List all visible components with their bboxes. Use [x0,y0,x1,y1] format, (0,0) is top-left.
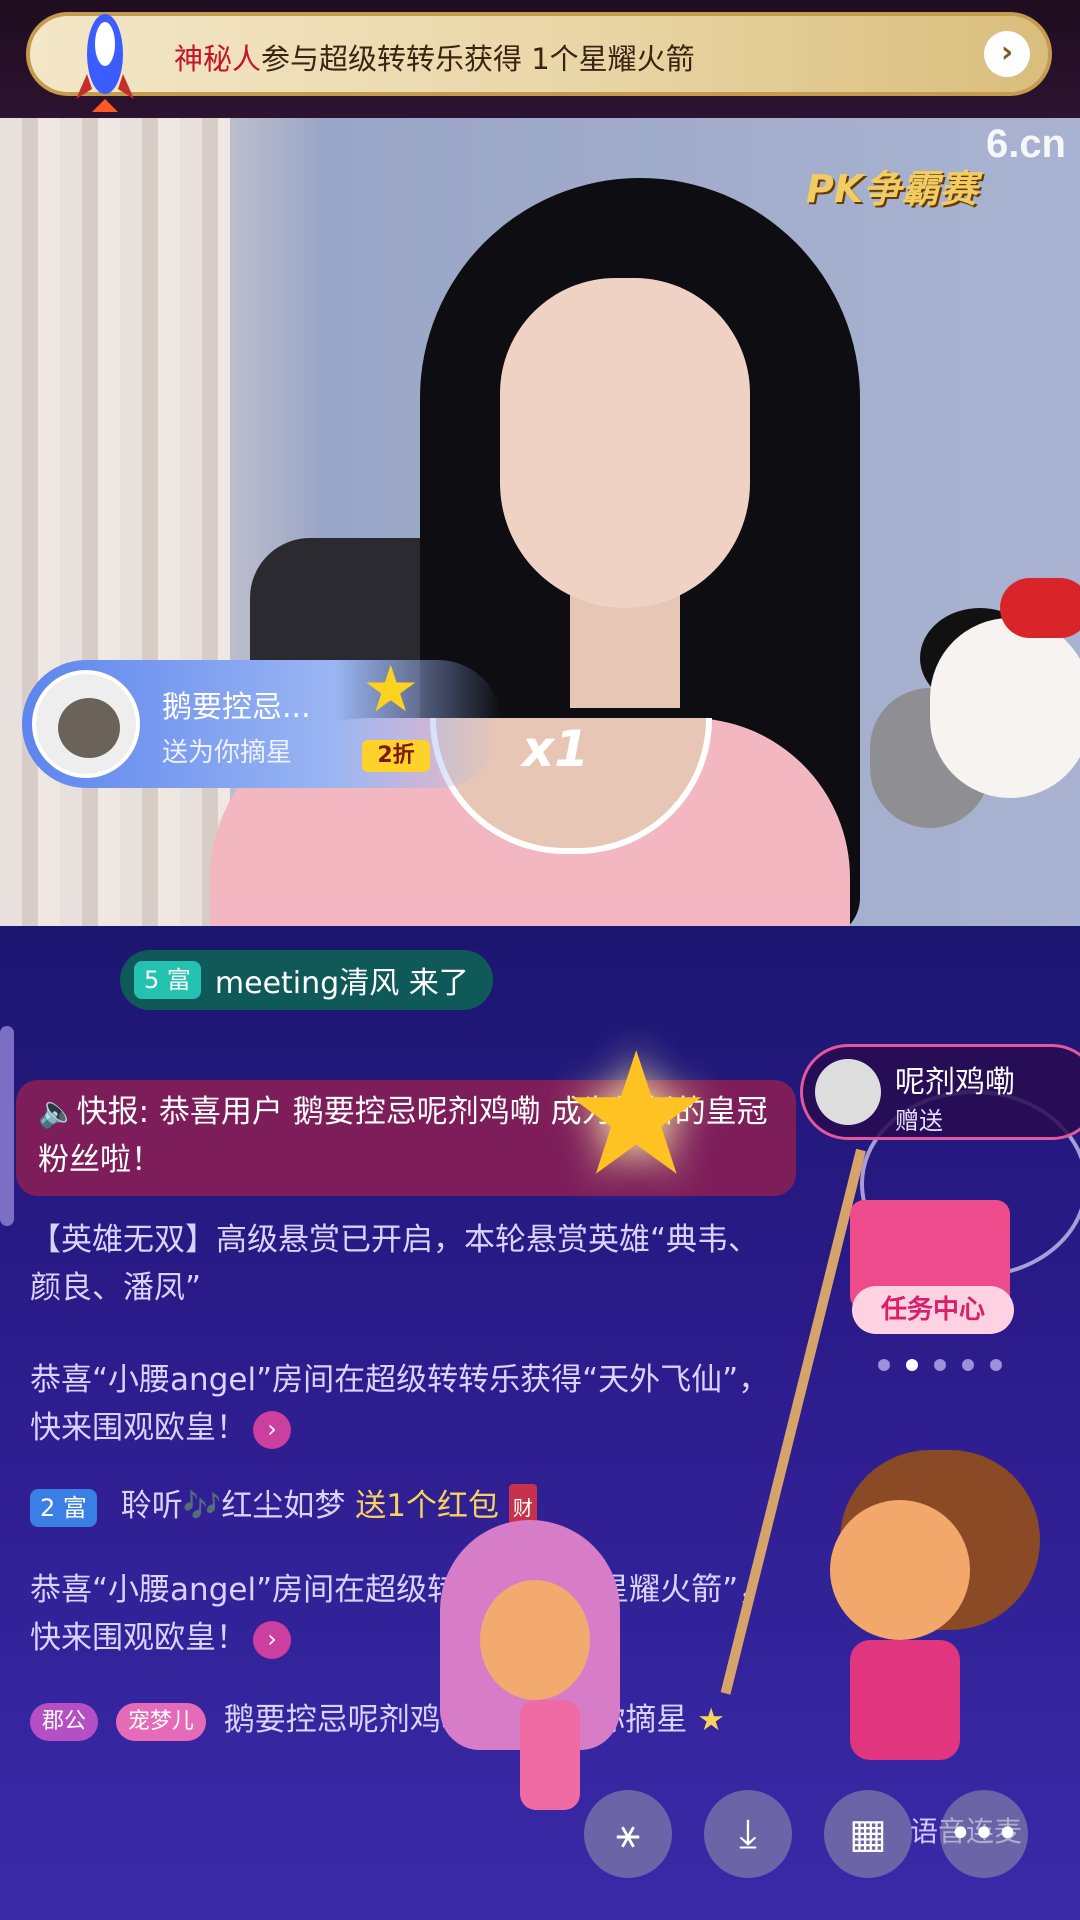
plush-bow [1000,578,1080,638]
banner-text: 神秘人参与超级转转乐获得 1个星耀火箭 [174,42,695,76]
curtain-bg [0,118,230,926]
girl-face [480,1580,590,1700]
join-text: meeting清风 来了 [214,966,469,1001]
sparkle-button[interactable]: ⚹ [584,1790,672,1878]
pk-logo: PK争霸赛 [806,167,978,211]
gift-notification: 鹅要控忌... 送为你摘星 ★ 2折 [22,653,502,788]
more-button[interactable]: ••• [940,1790,1028,1878]
banner-arrow-icon[interactable]: › [984,31,1030,77]
chat-text: 恭喜“小腰angel”房间在超级转转乐获得“天外飞仙”，快来围观欧皇！ [30,1362,770,1446]
task-center-label: 任务中心 [852,1286,1014,1334]
noble-badge: 郡公 [30,1702,99,1741]
task-center[interactable]: 任务中心 [840,1160,1020,1360]
apps-grid-button[interactable]: ▦ [824,1790,912,1878]
fan-badge: 宠梦儿 [115,1702,206,1741]
dot [934,1359,946,1371]
chat-message: 【英雄无双】高级悬赏已开启，本轮悬赏英雄“典韦、颜良、潘凤” [30,1222,760,1306]
chevron-right-icon[interactable]: › [253,1620,291,1659]
star-gift-animation-icon: ★ [560,1016,713,1214]
chat-scrollbar[interactable] [0,1026,14,1226]
announcement-banner[interactable]: 神秘人参与超级转转乐获得 1个星耀火箭 › [26,12,1052,112]
dot [962,1359,974,1371]
dot [906,1359,918,1371]
dot [878,1359,890,1371]
wealth-level-badge: 5 富 [134,961,201,999]
rocket-icon [76,14,134,112]
boy-body [850,1640,960,1760]
live-video[interactable]: 6.cn PK争霸赛 鹅要控忌... 送为你摘星 ★ 2折 x1 [0,118,1080,926]
gift-sender-name: 鹅要控忌... [162,690,311,725]
join-notice: 5 富 meeting清风 来了 [120,950,493,1010]
chevron-right-icon[interactable]: › [253,1410,291,1449]
chat-message: 郡公 宠梦儿 鹅要控忌呢剂鸡嘞 送1个为你摘星 ★ [30,1696,790,1744]
gift-description: 送为你摘星 [162,738,293,768]
gift-sender-card[interactable]: 呢剂鸡嘞 赠送 [800,1044,1080,1140]
dot [990,1359,1002,1371]
download-button[interactable]: ⤓ [704,1790,792,1878]
discount-badge: 2折 [362,740,430,772]
carousel-dots [878,1356,1018,1375]
chat-action: 送1个红包 [355,1488,499,1524]
chat-message[interactable]: 恭喜“小腰angel”房间在超级转转乐获得“星耀火箭”，快来围观欧皇！ › [30,1566,790,1662]
chat-message[interactable]: 恭喜“小腰angel”房间在超级转转乐获得“天外飞仙”，快来围观欧皇！ › [30,1356,790,1452]
sender-name: 呢剂鸡嘞 [895,1065,1015,1100]
boy-face [830,1500,970,1640]
top-bar: 神秘人参与超级转转乐获得 1个星耀火箭 › [0,0,1080,118]
plush-head [930,618,1080,798]
chat-text: 恭喜“小腰angel”房间在超级转转乐获得“星耀火箭”，快来围观欧皇！ [30,1572,770,1656]
chat-message: 2 富 聆听🎶红尘如梦 送1个红包 财 [30,1482,790,1532]
watermark-logo: 6.cn [985,122,1066,166]
avatar[interactable] [32,670,140,778]
gift-combo-count: x1 [522,720,590,778]
chat-user[interactable]: 聆听🎶红尘如梦 [121,1488,346,1524]
wealth-level-badge: 2 富 [30,1489,97,1527]
star-gift-icon: ★ [362,653,420,727]
avatar[interactable] [815,1059,881,1125]
sender-action: 赠送 [895,1107,943,1135]
streamer-face [500,278,750,608]
girl-body [520,1700,580,1810]
star-icon: ★ [697,1702,725,1738]
